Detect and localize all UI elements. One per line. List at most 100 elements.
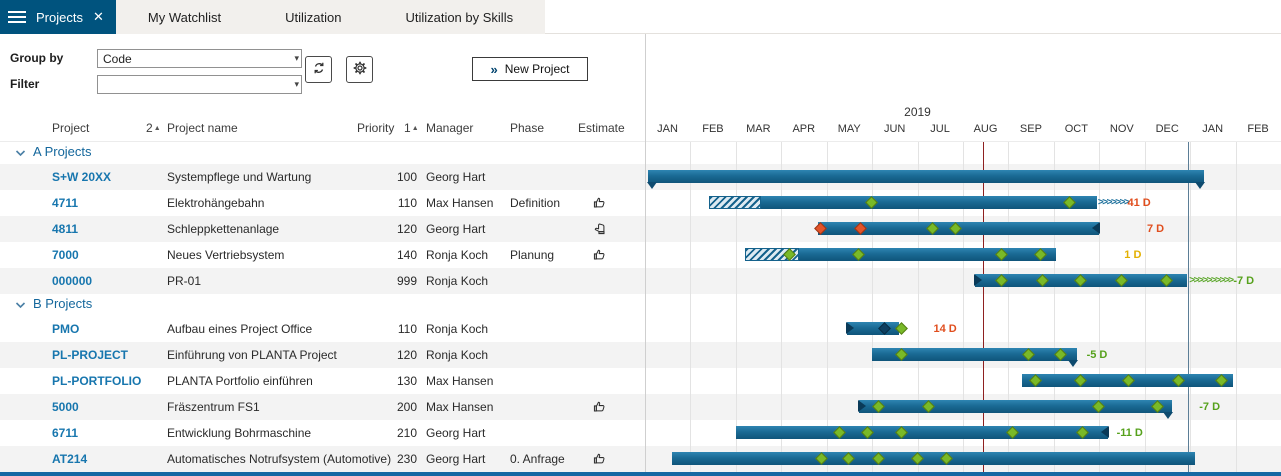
project-row[interactable]: 4811Schleppkettenanlage120Georg Hart7 D (0, 216, 1281, 242)
tab-utilization[interactable]: Utilization (253, 0, 373, 34)
bar-start-marker (858, 400, 866, 412)
project-row[interactable]: AT214Automatisches Notrufsystem (Automot… (0, 446, 1281, 472)
timeline-month-label: DEC (1145, 123, 1190, 135)
project-row[interactable]: PL-PORTFOLIOPLANTA Portfolio einführen13… (0, 368, 1281, 394)
row-gantt-cell (645, 142, 1281, 164)
row-gantt-cell: -5 D (645, 342, 1281, 368)
manager-name: Georg Hart (426, 216, 485, 242)
tab-label: Utilization by Skills (405, 10, 513, 25)
row-gantt-cell: >>>>>>>>>>-7 D (645, 268, 1281, 294)
gantt-bar[interactable] (672, 452, 1194, 465)
project-row[interactable]: 6711Entwicklung Bohrmaschine210Georg Har… (0, 420, 1281, 446)
project-row[interactable]: 000000PR-01999Ronja Koch>>>>>>>>>>-7 D (0, 268, 1281, 294)
group-by-select[interactable]: Code ▾ (97, 49, 302, 68)
project-code-link[interactable]: AT214 (52, 446, 87, 472)
project-name: Schleppkettenanlage (167, 216, 279, 242)
timeline-month-label: FEB (1236, 123, 1281, 135)
project-code-link[interactable]: 4711 (52, 190, 78, 216)
project-code-link[interactable]: PL-PROJECT (52, 342, 128, 368)
tab-my-watchlist[interactable]: My Watchlist (116, 0, 253, 34)
col-project[interactable]: Project (52, 121, 89, 135)
project-code-link[interactable]: 4811 (52, 216, 78, 242)
timeline-month-label: JAN (1190, 123, 1235, 135)
project-code-link[interactable]: 7000 (52, 242, 79, 268)
row-left-cells: PMOAufbau eines Project Office110Ronja K… (0, 316, 645, 342)
project-row[interactable]: PMOAufbau eines Project Office110Ronja K… (0, 316, 1281, 342)
refresh-icon (311, 60, 327, 79)
group-row[interactable]: A Projects (0, 142, 1281, 164)
gantt-bar[interactable] (859, 400, 1172, 413)
manager-name: Ronja Koch (426, 268, 488, 294)
tab-utilization-by-skills[interactable]: Utilization by Skills (373, 0, 545, 34)
col-priority[interactable]: Priority (357, 121, 394, 135)
project-code-link[interactable]: 6711 (52, 420, 78, 446)
project-row[interactable]: PL-PROJECTEinführung von PLANTA Project1… (0, 342, 1281, 368)
manager-name: Georg Hart (426, 420, 485, 446)
row-gantt-cell: >>>>>>>41 D (645, 190, 1281, 216)
filter-select[interactable]: ▾ (97, 75, 302, 94)
gantt-bar[interactable] (736, 426, 1109, 439)
project-row[interactable]: 5000Fräszentrum FS1200Max Hansen-7 D (0, 394, 1281, 420)
project-row[interactable]: 4711Elektrohängebahn110Max HansenDefinit… (0, 190, 1281, 216)
gantt-bar[interactable] (648, 170, 1204, 183)
project-table-rows: A Projects S+W 20XX Systempflege und Wartu… (0, 142, 1281, 472)
row-left-cells: 5000Fräszentrum FS1200Max Hansen (0, 394, 645, 420)
hand-icon[interactable] (592, 221, 607, 239)
row-left-cells: PL-PROJECTEinführung von PLANTA Project1… (0, 342, 645, 368)
toolbar: Group by Code ▾ Filter ▾ » New Project (0, 34, 645, 100)
delta-label: -11 D (1117, 420, 1143, 446)
new-project-button[interactable]: » New Project (472, 57, 588, 81)
row-gantt-cell: 14 D (645, 316, 1281, 342)
project-row[interactable]: S+W 20XXSystempflege und Wartung100Georg… (0, 164, 1281, 190)
row-gantt-cell (645, 446, 1281, 472)
project-code-link[interactable]: 000000 (52, 268, 92, 294)
project-code-link[interactable]: S+W 20XX (52, 164, 111, 190)
sort-indicator-project[interactable]: 2▲ (146, 121, 161, 135)
project-code-link[interactable]: PL-PORTFOLIO (52, 368, 141, 394)
manager-name: Ronja Koch (426, 242, 488, 268)
double-chevron-icon: » (491, 62, 496, 77)
tab-projects[interactable]: Projects ✕ (0, 0, 116, 34)
project-name: Entwicklung Bohrmaschine (167, 420, 311, 446)
timeline-month-label: AUG (963, 123, 1008, 135)
project-name: Systempflege und Wartung (167, 164, 311, 190)
priority-value: 200 (357, 394, 417, 420)
gantt-bar[interactable] (847, 322, 899, 335)
close-tab-icon[interactable]: ✕ (93, 9, 104, 25)
active-tab-label: Projects (36, 10, 83, 25)
group-by-label: Group by (10, 51, 63, 65)
col-manager[interactable]: Manager (426, 121, 473, 135)
col-phase[interactable]: Phase (510, 121, 544, 135)
group-row[interactable]: B Projects (0, 294, 1281, 316)
project-name: Fräszentrum FS1 (167, 394, 260, 420)
chevron-down-icon: ▾ (294, 50, 299, 67)
menu-icon[interactable] (8, 8, 26, 26)
project-code-link[interactable]: PMO (52, 316, 79, 342)
project-code-link[interactable]: 5000 (52, 394, 79, 420)
col-project-name[interactable]: Project name (167, 121, 238, 135)
planta-project-window: Projects ✕ My Watchlist Utilization Util… (0, 0, 1281, 476)
gantt-bar[interactable] (709, 196, 1097, 209)
col-estimate[interactable]: Estimate (578, 121, 625, 135)
priority-value: 100 (357, 164, 417, 190)
collapse-chevron-icon[interactable] (15, 146, 26, 160)
sort-indicator-priority[interactable]: 1▲ (404, 121, 419, 135)
filter-label: Filter (10, 77, 39, 91)
bottom-scrollbar[interactable] (0, 472, 1281, 476)
delta-label: -7 D (1199, 394, 1220, 420)
refresh-button[interactable] (305, 56, 332, 83)
timeline-month-label: OCT (1054, 123, 1099, 135)
group-label: A Projects (33, 144, 92, 159)
row-left-cells: 4811Schleppkettenanlage120Georg Hart (0, 216, 645, 242)
project-name: PR-01 (167, 268, 201, 294)
project-row[interactable]: 7000Neues Vertriebsystem140Ronja KochPla… (0, 242, 1281, 268)
thumbs-up-icon[interactable] (592, 399, 607, 417)
bar-end-cap (1068, 360, 1078, 367)
collapse-chevron-icon[interactable] (15, 298, 26, 312)
timeline-month-label: APR (781, 123, 826, 135)
thumbs-up-icon[interactable] (592, 451, 607, 469)
settings-button[interactable] (346, 56, 373, 83)
thumbs-up-icon[interactable] (592, 195, 607, 213)
thumbs-up-icon[interactable] (592, 247, 607, 265)
row-left-cells: PL-PORTFOLIOPLANTA Portfolio einführen13… (0, 368, 645, 394)
